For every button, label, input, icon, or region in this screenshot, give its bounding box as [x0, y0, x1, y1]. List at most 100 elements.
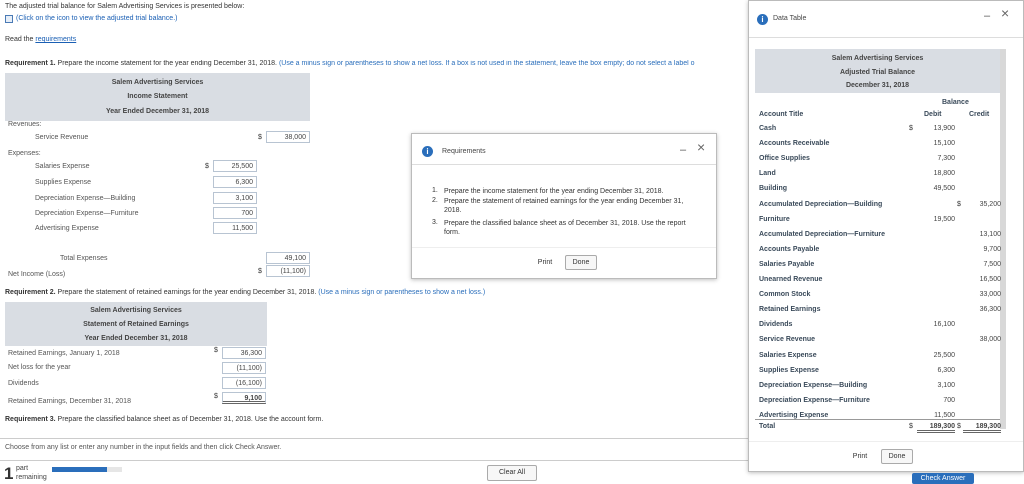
progress-fill	[52, 467, 107, 472]
tb-company: Salem Advertising Services	[831, 55, 924, 62]
credit-header: Credit	[969, 111, 990, 118]
credit-value: 9,700	[983, 245, 1001, 253]
account-name: Accumulated Depreciation—Furniture	[759, 230, 886, 238]
total-debit-sign: $	[909, 423, 913, 430]
req1-label: Requirement 1.	[5, 60, 56, 67]
debit-sign: $	[909, 125, 913, 132]
dep-furniture-input[interactable]: 700	[213, 207, 257, 219]
read-prefix: Read the	[5, 36, 34, 43]
retained-title: Statement of Retained Earnings	[83, 321, 189, 328]
net-income-label: Net Income (Loss)	[8, 271, 66, 278]
debit-value: 7,300	[937, 155, 955, 163]
info-icon: i	[757, 14, 768, 25]
ending-re-input[interactable]: 9,100	[222, 392, 266, 404]
service-revenue-input[interactable]: 38,000	[266, 131, 310, 143]
salaries-expense-label: Salaries Expense	[35, 163, 90, 170]
advertising-expense-input[interactable]: 11,500	[213, 222, 257, 234]
credit-sign: $	[957, 200, 961, 208]
ending-re-label: Retained Earnings, December 31, 2018	[8, 398, 131, 405]
requirement-1-line: Requirement 1. Prepare the income statem…	[5, 60, 745, 67]
income-statement-header: Salem Advertising Services Income Statem…	[5, 73, 310, 121]
data-table-print-button[interactable]: Print	[845, 449, 875, 464]
dialog-divider-bottom	[749, 441, 1023, 442]
total-credit-sign: $	[957, 423, 961, 430]
service-revenue-dollar: $	[258, 134, 262, 141]
requirements-print-button[interactable]: Print	[530, 255, 560, 270]
view-trial-balance-link[interactable]: (Click on the icon to view the adjusted …	[16, 15, 177, 22]
parts-word: part	[16, 465, 29, 472]
retained-period: Year Ended December 31, 2018	[84, 335, 188, 342]
data-table-done-button[interactable]: Done	[881, 449, 913, 464]
req3-text: Prepare the classified balance sheet as …	[57, 416, 324, 423]
credit-value: 33,000	[979, 291, 1001, 299]
req1-hint: (Use a minus sign or parentheses to show…	[278, 60, 695, 67]
close-icon[interactable]: ×	[1001, 5, 1009, 21]
requirements-link[interactable]: requirements	[35, 36, 76, 43]
supplies-expense-input[interactable]: 6,300	[213, 176, 257, 188]
data-table-title: Data Table	[773, 15, 807, 22]
req-item-3-text: Prepare the classified balance sheet as …	[444, 220, 686, 236]
footer-instruction: Choose from any list or enter any number…	[5, 444, 282, 451]
debit-value: 700	[943, 396, 955, 404]
scrollbar[interactable]	[1000, 49, 1006, 429]
debit-value: 13,900	[933, 125, 955, 132]
account-name: Salaries Expense	[759, 351, 817, 359]
account-name: Depreciation Expense—Building	[759, 381, 868, 389]
total-debit: 189,300	[917, 423, 955, 433]
debit-value: 19,500	[933, 215, 955, 223]
debit-header: Debit	[924, 111, 942, 118]
net-loss-input[interactable]: (11,100)	[222, 362, 266, 374]
account-name: Accounts Receivable	[759, 140, 830, 148]
account-name: Land	[759, 170, 776, 178]
supplies-expense-label: Supplies Expense	[35, 179, 92, 186]
parts-remaining: remaining	[16, 474, 47, 481]
debit-value: 15,100	[933, 140, 955, 148]
beginning-re-input[interactable]: 36,300	[222, 347, 266, 359]
salaries-dollar: $	[205, 163, 209, 170]
service-revenue-label: Service Revenue	[35, 134, 89, 141]
tb-date: December 31, 2018	[845, 82, 910, 89]
minimize-icon[interactable]: –	[984, 10, 990, 22]
total-line	[755, 419, 1000, 420]
req2-hint: (Use a minus sign or parentheses to show…	[318, 289, 486, 296]
account-name: Office Supplies	[759, 155, 810, 163]
beginning-re-label: Retained Earnings, January 1, 2018	[8, 350, 120, 357]
account-name: Common Stock	[759, 291, 811, 299]
debit-value: 18,800	[933, 170, 955, 178]
requirement-2-line: Requirement 2. Prepare the statement of …	[5, 289, 485, 296]
minimize-icon[interactable]: –	[680, 144, 686, 156]
requirements-done-button[interactable]: Done	[565, 255, 597, 270]
dep-building-input[interactable]: 3,100	[213, 192, 257, 204]
debit-value: 3,100	[937, 381, 955, 389]
account-name: Unearned Revenue	[759, 276, 823, 283]
account-name: Advertising Expense	[759, 411, 829, 419]
credit-value: 35,200	[979, 200, 1001, 208]
req2-text: Prepare the statement of retained earnin…	[57, 289, 317, 296]
income-title: Income Statement	[127, 93, 188, 100]
net-income-input[interactable]: (11,100)	[266, 265, 310, 277]
progress-bar	[52, 467, 122, 472]
advertising-expense-label: Advertising Expense	[35, 225, 99, 232]
clear-all-button[interactable]: Clear All	[487, 465, 537, 481]
table-view-icon[interactable]	[5, 15, 13, 23]
close-icon[interactable]: ×	[697, 139, 705, 155]
income-company: Salem Advertising Services	[111, 79, 204, 86]
dividends-label: Dividends	[8, 380, 39, 387]
debit-value: 16,100	[933, 321, 955, 329]
account-title-header: Account Title	[759, 111, 804, 118]
credit-value: 38,000	[979, 336, 1001, 344]
dep-building-label: Depreciation Expense—Building	[35, 195, 136, 202]
total-expenses-input[interactable]: 49,100	[266, 252, 310, 264]
debit-value: 49,500	[933, 185, 955, 193]
req-item-3-num: 3.	[432, 219, 438, 226]
salaries-expense-input[interactable]: 25,500	[213, 160, 257, 172]
requirements-title: Requirements	[442, 148, 486, 155]
req-item-2-text: Prepare the statement of retained earnin…	[444, 198, 684, 214]
data-table-dialog: i Data Table – × Salem Advertising Servi…	[748, 0, 1024, 472]
total-label: Total	[759, 423, 776, 430]
req-item-1-num: 1.	[432, 187, 438, 194]
req3-label: Requirement 3.	[5, 416, 56, 423]
check-answer-button[interactable]: Check Answer	[912, 473, 974, 484]
dividends-input[interactable]: (16,100)	[222, 377, 266, 389]
debit-value: 25,500	[933, 351, 955, 359]
